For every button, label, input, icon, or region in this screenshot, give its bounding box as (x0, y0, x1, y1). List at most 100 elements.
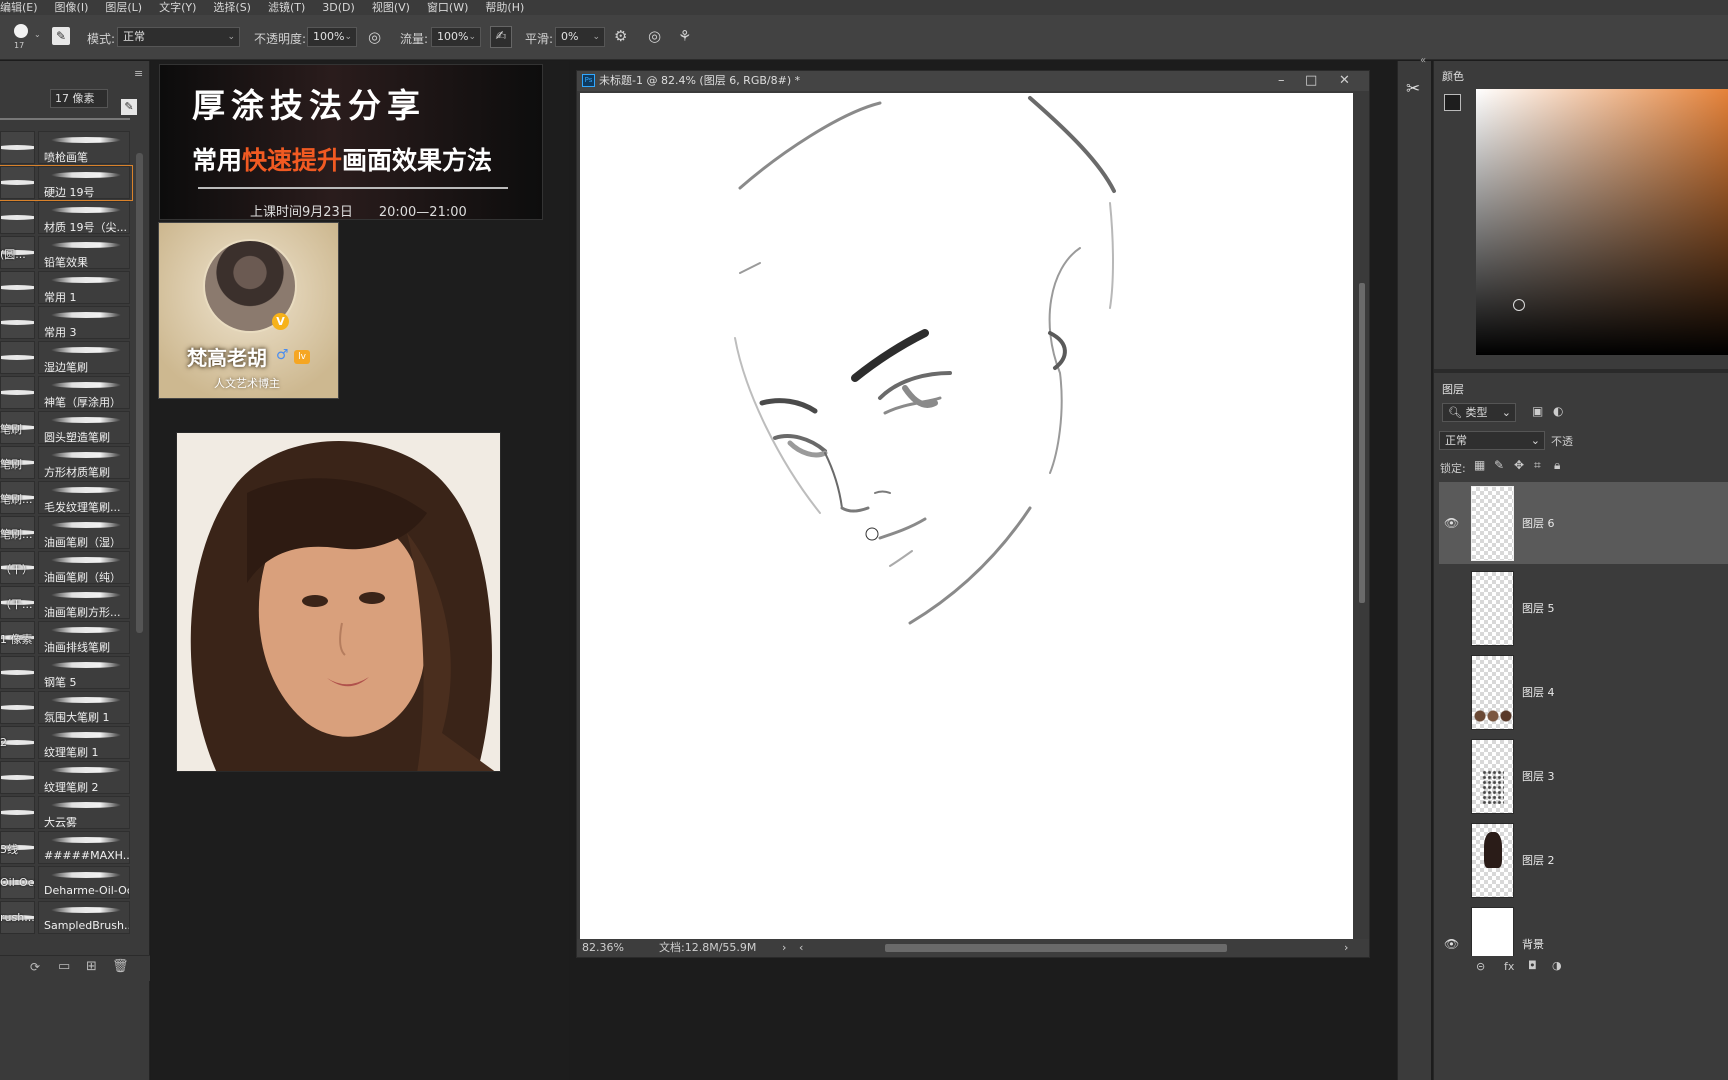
brush-list-scrollbar[interactable] (136, 153, 143, 633)
status-expand-icon[interactable]: › (782, 939, 786, 957)
brush-preset-item[interactable]: （干） 油画笔刷（纯） (0, 551, 132, 585)
brush-preset-cell[interactable]: 钢笔 5 (38, 656, 130, 689)
lock-transparent-icon[interactable]: ▦ (1474, 458, 1485, 472)
brush-preset-cell[interactable]: 纹理笔刷 2 (38, 761, 130, 794)
menu-help[interactable]: 帮助(H) (485, 0, 524, 15)
layer-row[interactable]: 图层 4 (1439, 651, 1728, 733)
brush-preset-cell[interactable]: 喷枪画笔 (38, 131, 130, 164)
menu-type[interactable]: 文字(Y) (159, 0, 196, 15)
tab-color[interactable]: 颜色 (1442, 68, 1464, 84)
brush-preset-cell[interactable]: 材质 19号（尖... (38, 201, 130, 234)
folder-icon[interactable]: ▭ (58, 959, 70, 974)
brush-preset-item[interactable]: 纹理笔刷 2 (0, 761, 132, 795)
brush-preset-item[interactable]: rush... SampledBrush... (0, 901, 132, 935)
zoom-level[interactable]: 82.36% (582, 939, 624, 957)
menu-window[interactable]: 窗口(W) (427, 0, 468, 15)
layer-row[interactable]: 图层 2 (1439, 819, 1728, 901)
brush-preset-cell[interactable]: 方形材质笔刷 (38, 446, 130, 479)
menu-image[interactable]: 图像(I) (55, 0, 89, 15)
brush-preset-item[interactable]: 2 纹理笔刷 1 (0, 726, 132, 760)
pressure-opacity-icon[interactable]: ◎ (368, 28, 381, 46)
mode-select[interactable]: 正常 ⌄ (117, 27, 240, 47)
brush-preset-cell[interactable]: 油画笔刷（纯） (38, 551, 130, 584)
brush-preset-cell[interactable]: Deharme-Oil-Oc... (38, 866, 130, 899)
brush-size-slider[interactable] (0, 118, 130, 120)
adjustment-layer-icon[interactable]: ◑ (1552, 959, 1562, 972)
brush-preset-item[interactable]: 湿边笔刷 (0, 341, 132, 375)
menu-view[interactable]: 视图(V) (372, 0, 410, 15)
close-icon[interactable]: ✕ (1339, 71, 1350, 91)
brush-preset-cell[interactable]: 油画排线笔刷 (38, 621, 130, 654)
brush-preset-item[interactable]: 材质 19号（尖... (0, 201, 132, 235)
lock-paint-icon[interactable]: ✎ (1494, 458, 1504, 472)
new-brush-icon[interactable]: ✎ (121, 99, 137, 115)
brush-preset-cell[interactable]: 纹理笔刷 1 (38, 726, 130, 759)
brush-preset-cell[interactable]: 硬边 19号 (38, 166, 130, 199)
filter-adjustment-icon[interactable]: ◐ (1553, 404, 1563, 418)
brush-preset-item[interactable]: 神笔（厚涂用） (0, 376, 132, 410)
canvas-horizontal-scrollbar[interactable] (885, 944, 1227, 952)
brush-size-field[interactable]: 17 像素 (50, 89, 108, 108)
fx-icon[interactable]: fx (1504, 960, 1514, 973)
tool-presets-icon[interactable]: ✂ (1406, 79, 1420, 99)
brush-preset-cell[interactable]: 氛围大笔刷 1 (38, 691, 130, 724)
filter-image-icon[interactable]: ▣ (1532, 404, 1543, 418)
brush-preset-item[interactable]: 笔刷... 毛发纹理笔刷... (0, 481, 132, 515)
brush-visibility-icon[interactable]: ⟳ (30, 960, 40, 974)
lock-artboard-icon[interactable]: ⌗ (1534, 458, 1541, 473)
menu-layer[interactable]: 图层(L) (105, 0, 142, 15)
add-mask-icon[interactable]: ◘ (1528, 959, 1537, 972)
color-picker-field[interactable] (1476, 89, 1728, 355)
brush-preset-item[interactable]: 大云雾 (0, 796, 132, 830)
tab-layers[interactable]: 图层 (1442, 381, 1464, 397)
smoothing-input[interactable]: 0% ⌄ (555, 27, 605, 47)
minimize-icon[interactable]: – (1278, 71, 1285, 91)
brush-preset-item[interactable]: 笔刷 方形材质笔刷 (0, 446, 132, 480)
brush-preset-cell[interactable]: 神笔（厚涂用） (38, 376, 130, 409)
brush-preset-picker[interactable]: 17 ⌄ (8, 22, 41, 52)
layer-row[interactable]: 👁︎ 图层 6 (1439, 482, 1728, 564)
panel-menu-icon[interactable]: ≡ (134, 67, 143, 80)
scroll-right-icon[interactable]: › (1344, 939, 1348, 957)
document-tab[interactable]: Ps 未标题-1 @ 82.4% (图层 6, RGB/8#) * – □ ✕ (577, 71, 1369, 91)
lock-all-icon[interactable]: 🔒︎ (1554, 458, 1560, 473)
foreground-color-swatch[interactable] (1444, 94, 1461, 111)
brush-preset-item[interactable]: （干... 油画笔刷方形... (0, 586, 132, 620)
eye-icon[interactable]: 👁︎ (1444, 516, 1459, 530)
brush-preset-cell[interactable]: 毛发纹理笔刷... (38, 481, 130, 514)
opacity-input[interactable]: 100% ⌄ (307, 27, 357, 47)
collapse-icon[interactable]: « (1420, 55, 1426, 66)
scroll-thumb[interactable] (1359, 283, 1365, 603)
brush-preset-item[interactable]: 笔刷... 油画笔刷（湿） (0, 516, 132, 550)
brush-preset-item[interactable]: 钢笔 5 (0, 656, 132, 690)
brush-preset-item[interactable]: 氛围大笔刷 1 (0, 691, 132, 725)
color-picker-cursor[interactable] (1513, 299, 1525, 311)
brush-preset-item[interactable]: Oil-Oc... Deharme-Oil-Oc... (0, 866, 132, 900)
brush-preset-cell[interactable]: 大云雾 (38, 796, 130, 829)
brush-preset-item[interactable]: (圆... 铅笔效果 (0, 236, 132, 270)
pressure-size-icon[interactable]: ◎ (648, 27, 661, 45)
brush-preset-cell[interactable]: SampledBrush... (38, 901, 130, 934)
brush-preset-cell[interactable]: #####MAXH... (38, 831, 130, 864)
maximize-icon[interactable]: □ (1305, 71, 1317, 91)
brush-preset-item[interactable]: 喷枪画笔 (0, 131, 132, 165)
brush-preset-item[interactable]: 1 像素 油画排线笔刷 (0, 621, 132, 655)
gear-icon[interactable]: ⚙ (614, 27, 627, 45)
airbrush-icon[interactable]: ✍ (490, 26, 512, 48)
brush-preset-cell[interactable]: 常用 1 (38, 271, 130, 304)
brush-preset-cell[interactable]: 铅笔效果 (38, 236, 130, 269)
blend-mode-select[interactable]: 正常 ⌄ (1439, 431, 1545, 450)
brush-preset-item[interactable]: 3线 #####MAXH... (0, 831, 132, 865)
brush-preset-item[interactable]: 常用 1 (0, 271, 132, 305)
canvas-vertical-scrollbar[interactable] (1357, 93, 1367, 941)
eye-icon[interactable]: 👁︎ (1444, 937, 1459, 951)
menu-filter[interactable]: 滤镜(T) (268, 0, 305, 15)
drawing-canvas[interactable] (580, 93, 1353, 941)
brush-preset-cell[interactable]: 油画笔刷方形... (38, 586, 130, 619)
brush-preset-cell[interactable]: 圆头塑造笔刷 (38, 411, 130, 444)
trash-icon[interactable]: 🗑 (112, 959, 129, 974)
brush-preset-cell[interactable]: 湿边笔刷 (38, 341, 130, 374)
layer-filter-select[interactable]: 🔍︎ 类型 ⌄ (1442, 403, 1516, 422)
flow-input[interactable]: 100% ⌄ (431, 27, 481, 47)
brush-preset-item[interactable]: 笔刷 圆头塑造笔刷 (0, 411, 132, 445)
